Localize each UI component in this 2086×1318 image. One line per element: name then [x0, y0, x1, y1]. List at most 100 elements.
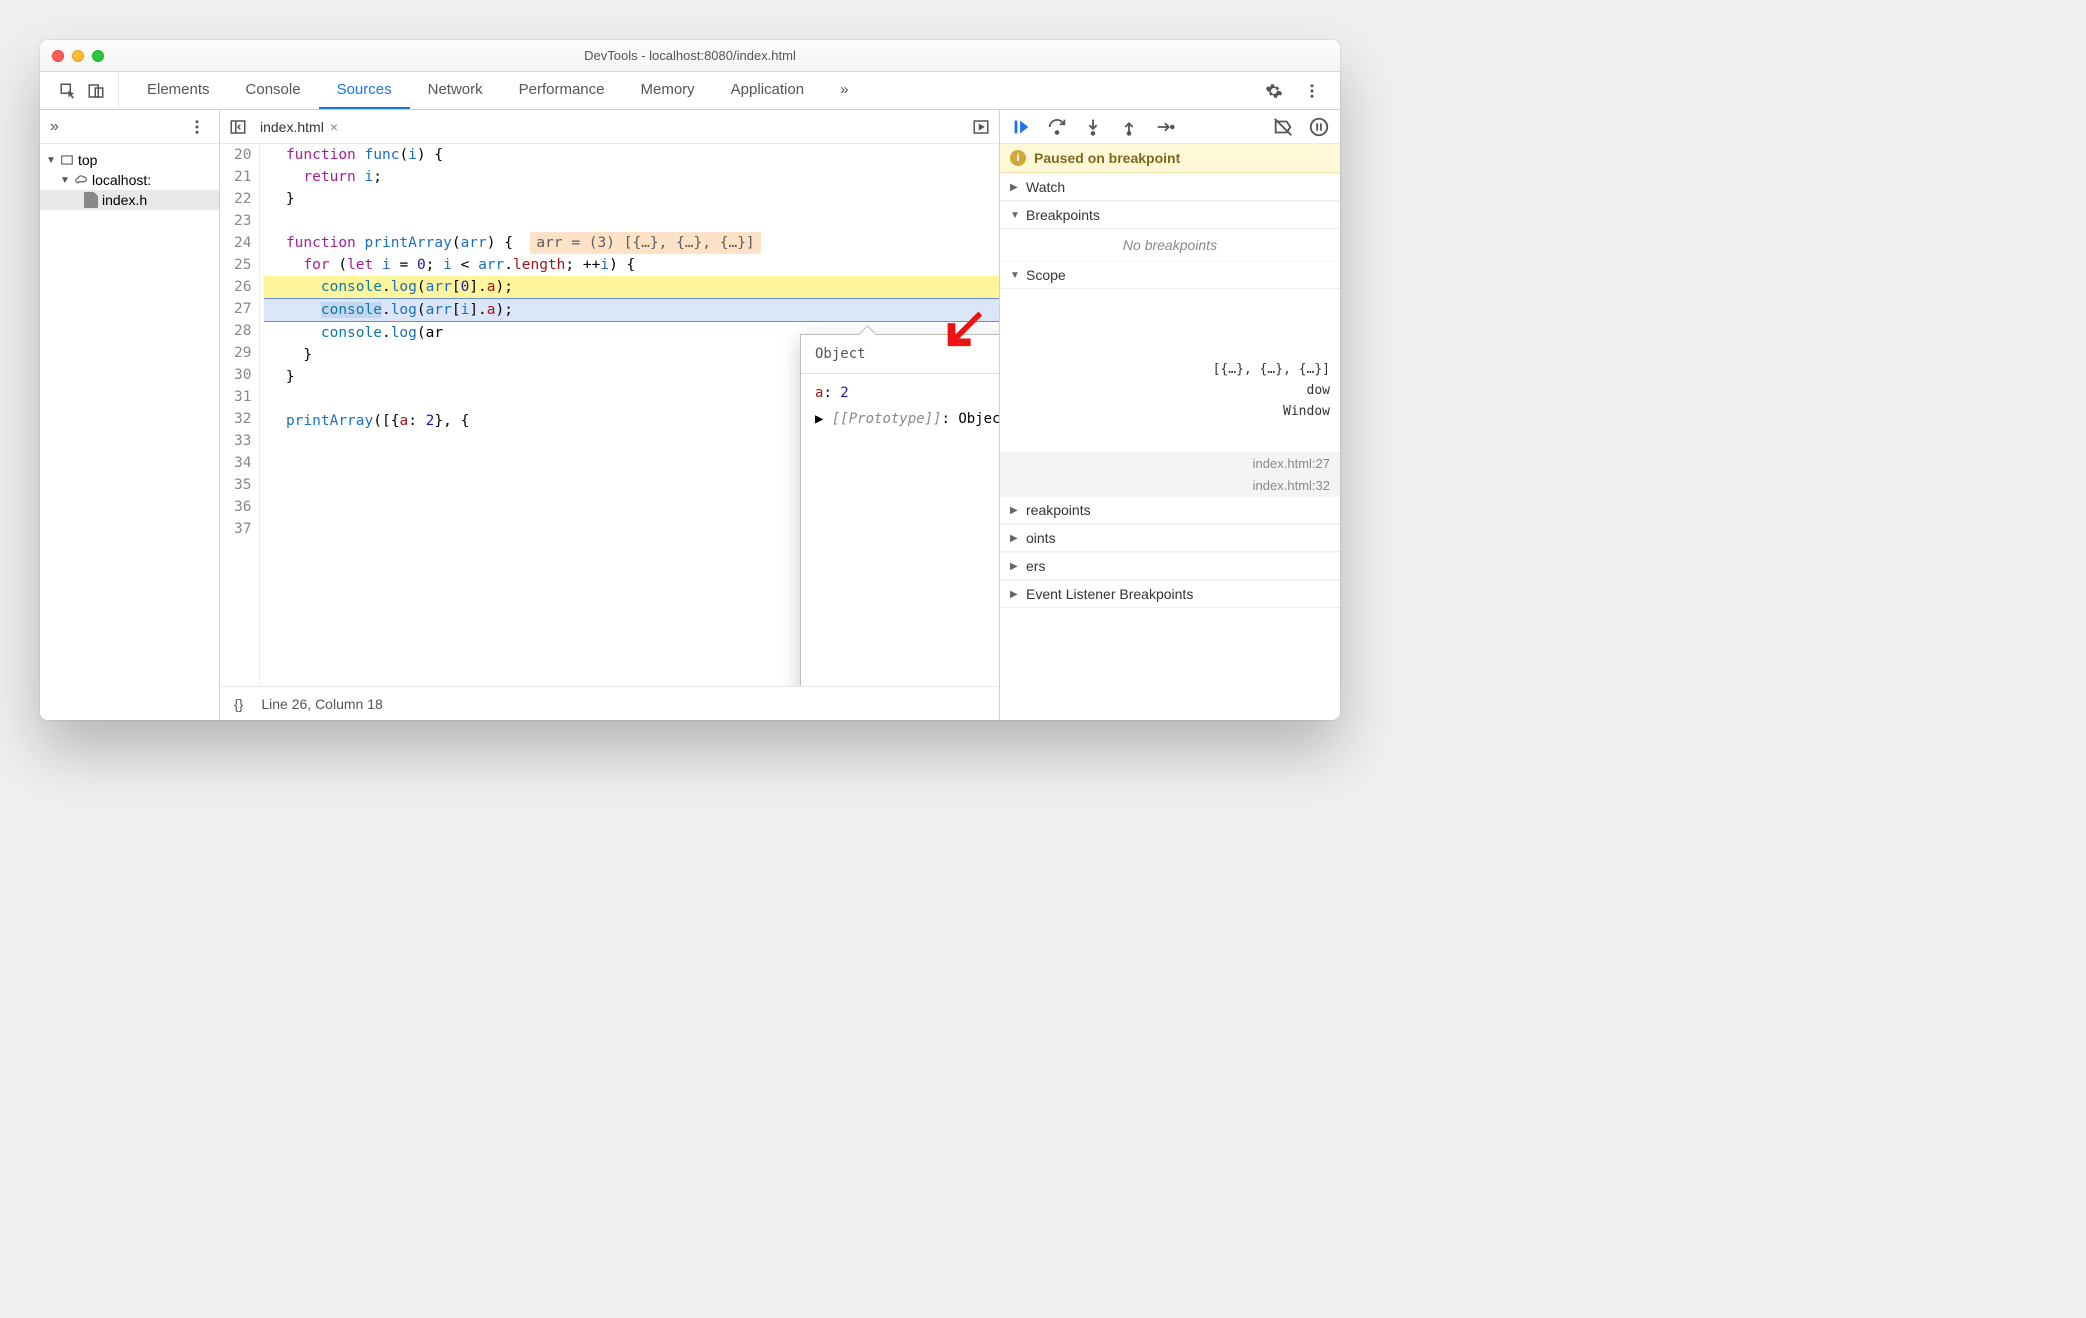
resume-icon[interactable] [1010, 116, 1032, 138]
navigator-more-icon[interactable] [185, 115, 209, 139]
code-line[interactable]: return i; [264, 166, 999, 188]
inline-value-hint: arr = (3) [{…}, {…}, {…}] [530, 232, 760, 254]
panel-tab-elements[interactable]: Elements [129, 72, 228, 109]
section-label-tail: oints [1026, 530, 1056, 546]
step-into-icon[interactable] [1082, 116, 1104, 138]
devtools-window: DevTools - localhost:8080/index.html Ele… [40, 40, 1340, 720]
panel-tab-memory[interactable]: Memory [623, 72, 713, 109]
hover-popup-body: a: 2 [[Prototype]]: Object [801, 374, 999, 438]
traffic-lights [52, 50, 104, 62]
section-breakpoints[interactable]: Breakpoints [1000, 201, 1340, 229]
section-label: Breakpoints [1026, 207, 1100, 223]
code-line[interactable]: console.log(arr[i].a); [264, 298, 999, 322]
section-label-tail: reakpoints [1026, 502, 1091, 518]
close-window-button[interactable] [52, 50, 64, 62]
editor-body[interactable]: 202122232425262728293031323334353637 fun… [220, 144, 999, 686]
panel-tab-application[interactable]: Application [713, 72, 822, 109]
zoom-window-button[interactable] [92, 50, 104, 62]
section-label-tail: ers [1026, 558, 1045, 574]
editor-tabs: index.html × [220, 110, 999, 144]
panel-tab-performance[interactable]: Performance [501, 72, 623, 109]
hover-prototype-row[interactable]: [[Prototype]]: Object [815, 406, 999, 432]
settings-icon[interactable] [1262, 79, 1286, 103]
panel-tab-console[interactable]: Console [228, 72, 319, 109]
titlebar: DevTools - localhost:8080/index.html [40, 40, 1340, 72]
twisty-icon [1010, 505, 1020, 516]
tree-row-file[interactable]: index.h [40, 190, 219, 210]
close-tab-icon[interactable]: × [330, 119, 338, 135]
panel-tabs: ElementsConsoleSourcesNetworkPerformance… [129, 72, 822, 109]
tree-label: top [78, 152, 97, 168]
window-title: DevTools - localhost:8080/index.html [40, 48, 1340, 63]
step-out-icon[interactable] [1118, 116, 1140, 138]
value-hover-popup: Object a: 2 [[Prototype]]: Object [800, 334, 999, 686]
info-icon: i [1010, 150, 1026, 166]
scope-value-window2[interactable]: Window [1000, 401, 1340, 422]
section-watch[interactable]: Watch [1000, 173, 1340, 201]
code-line[interactable]: function printArray(arr) { arr = (3) [{…… [264, 232, 999, 254]
step-icon[interactable] [1154, 116, 1176, 138]
pause-message: Paused on breakpoint [1034, 150, 1180, 166]
section-event-listener-breakpoints[interactable]: Event Listener Breakpoints [1000, 580, 1340, 608]
run-snippet-icon[interactable] [969, 115, 993, 139]
inspect-element-icon[interactable] [56, 79, 80, 103]
tree-row-top[interactable]: top [40, 150, 219, 170]
code-line[interactable]: } [264, 188, 999, 210]
twisty-icon [815, 411, 823, 427]
toggle-navigator-icon[interactable] [226, 115, 250, 139]
tree-row-host[interactable]: localhost: [40, 170, 219, 190]
more-menu-icon[interactable] [1300, 79, 1324, 103]
code-line[interactable]: console.log(arr[0].a); [264, 276, 999, 298]
cloud-icon [74, 173, 88, 187]
twisty-icon [1010, 561, 1020, 572]
debugger-toolbar [1000, 110, 1340, 144]
pause-banner: i Paused on breakpoint [1000, 144, 1340, 173]
hover-property-row[interactable]: a: 2 [815, 380, 999, 406]
section-label: Watch [1026, 179, 1065, 195]
section-xhr-breakpoints[interactable]: oints [1000, 524, 1340, 552]
twisty-icon [1010, 210, 1020, 221]
debugger-panel: i Paused on breakpoint Watch Breakpoints… [1000, 110, 1340, 720]
tabs-overflow-button[interactable]: » [822, 72, 866, 109]
twisty-icon [60, 175, 70, 186]
navigator-header: » [40, 110, 219, 144]
tree-label: localhost: [92, 172, 151, 188]
navigator-overflow-button[interactable]: » [50, 118, 59, 136]
step-over-icon[interactable] [1046, 116, 1068, 138]
code-line[interactable] [264, 210, 999, 232]
callstack-frame[interactable]: index.html:27 [1000, 452, 1340, 474]
scope-value-window1[interactable]: dow [1000, 380, 1340, 401]
device-toolbar-icon[interactable] [84, 79, 108, 103]
twisty-icon [1010, 533, 1020, 544]
code-line[interactable]: function func(i) { [264, 144, 999, 166]
pretty-print-icon[interactable]: {} [234, 696, 243, 712]
no-breakpoints-label: No breakpoints [1000, 229, 1340, 261]
frame-icon [60, 153, 74, 167]
twisty-icon [1010, 270, 1020, 281]
code-line[interactable]: for (let i = 0; i < arr.length; ++i) { [264, 254, 999, 276]
scope-value-arr[interactable]: [{…}, {…}, {…}] [1000, 359, 1340, 380]
hover-prototype-value: Object [958, 411, 999, 427]
minimize-window-button[interactable] [72, 50, 84, 62]
deactivate-breakpoints-icon[interactable] [1272, 116, 1294, 138]
editor-tab-label: index.html [260, 119, 324, 135]
editor-panel: index.html × 202122232425262728293031323… [220, 110, 1000, 720]
twisty-icon [1010, 182, 1020, 193]
section-dom-breakpoints[interactable]: reakpoints [1000, 496, 1340, 524]
file-icon [84, 192, 98, 208]
line-gutter: 202122232425262728293031323334353637 [220, 144, 260, 686]
section-label: Event Listener Breakpoints [1026, 586, 1193, 602]
main-area: » top localhost: index.h [40, 110, 1340, 720]
panel-tab-sources[interactable]: Sources [319, 72, 410, 109]
section-scope[interactable]: Scope [1000, 261, 1340, 289]
section-label: Scope [1026, 267, 1066, 283]
pause-on-exceptions-icon[interactable] [1308, 116, 1330, 138]
tree-label: index.h [102, 192, 147, 208]
hover-prototype-label: [[Prototype]] [832, 411, 942, 427]
panel-tab-network[interactable]: Network [410, 72, 501, 109]
devtools-toolbar: ElementsConsoleSourcesNetworkPerformance… [40, 72, 1340, 110]
section-global-listeners[interactable]: ers [1000, 552, 1340, 580]
hover-property-value: 2 [840, 385, 848, 401]
editor-tab-index[interactable]: index.html × [260, 119, 338, 135]
callstack-frame[interactable]: index.html:32 [1000, 474, 1340, 496]
